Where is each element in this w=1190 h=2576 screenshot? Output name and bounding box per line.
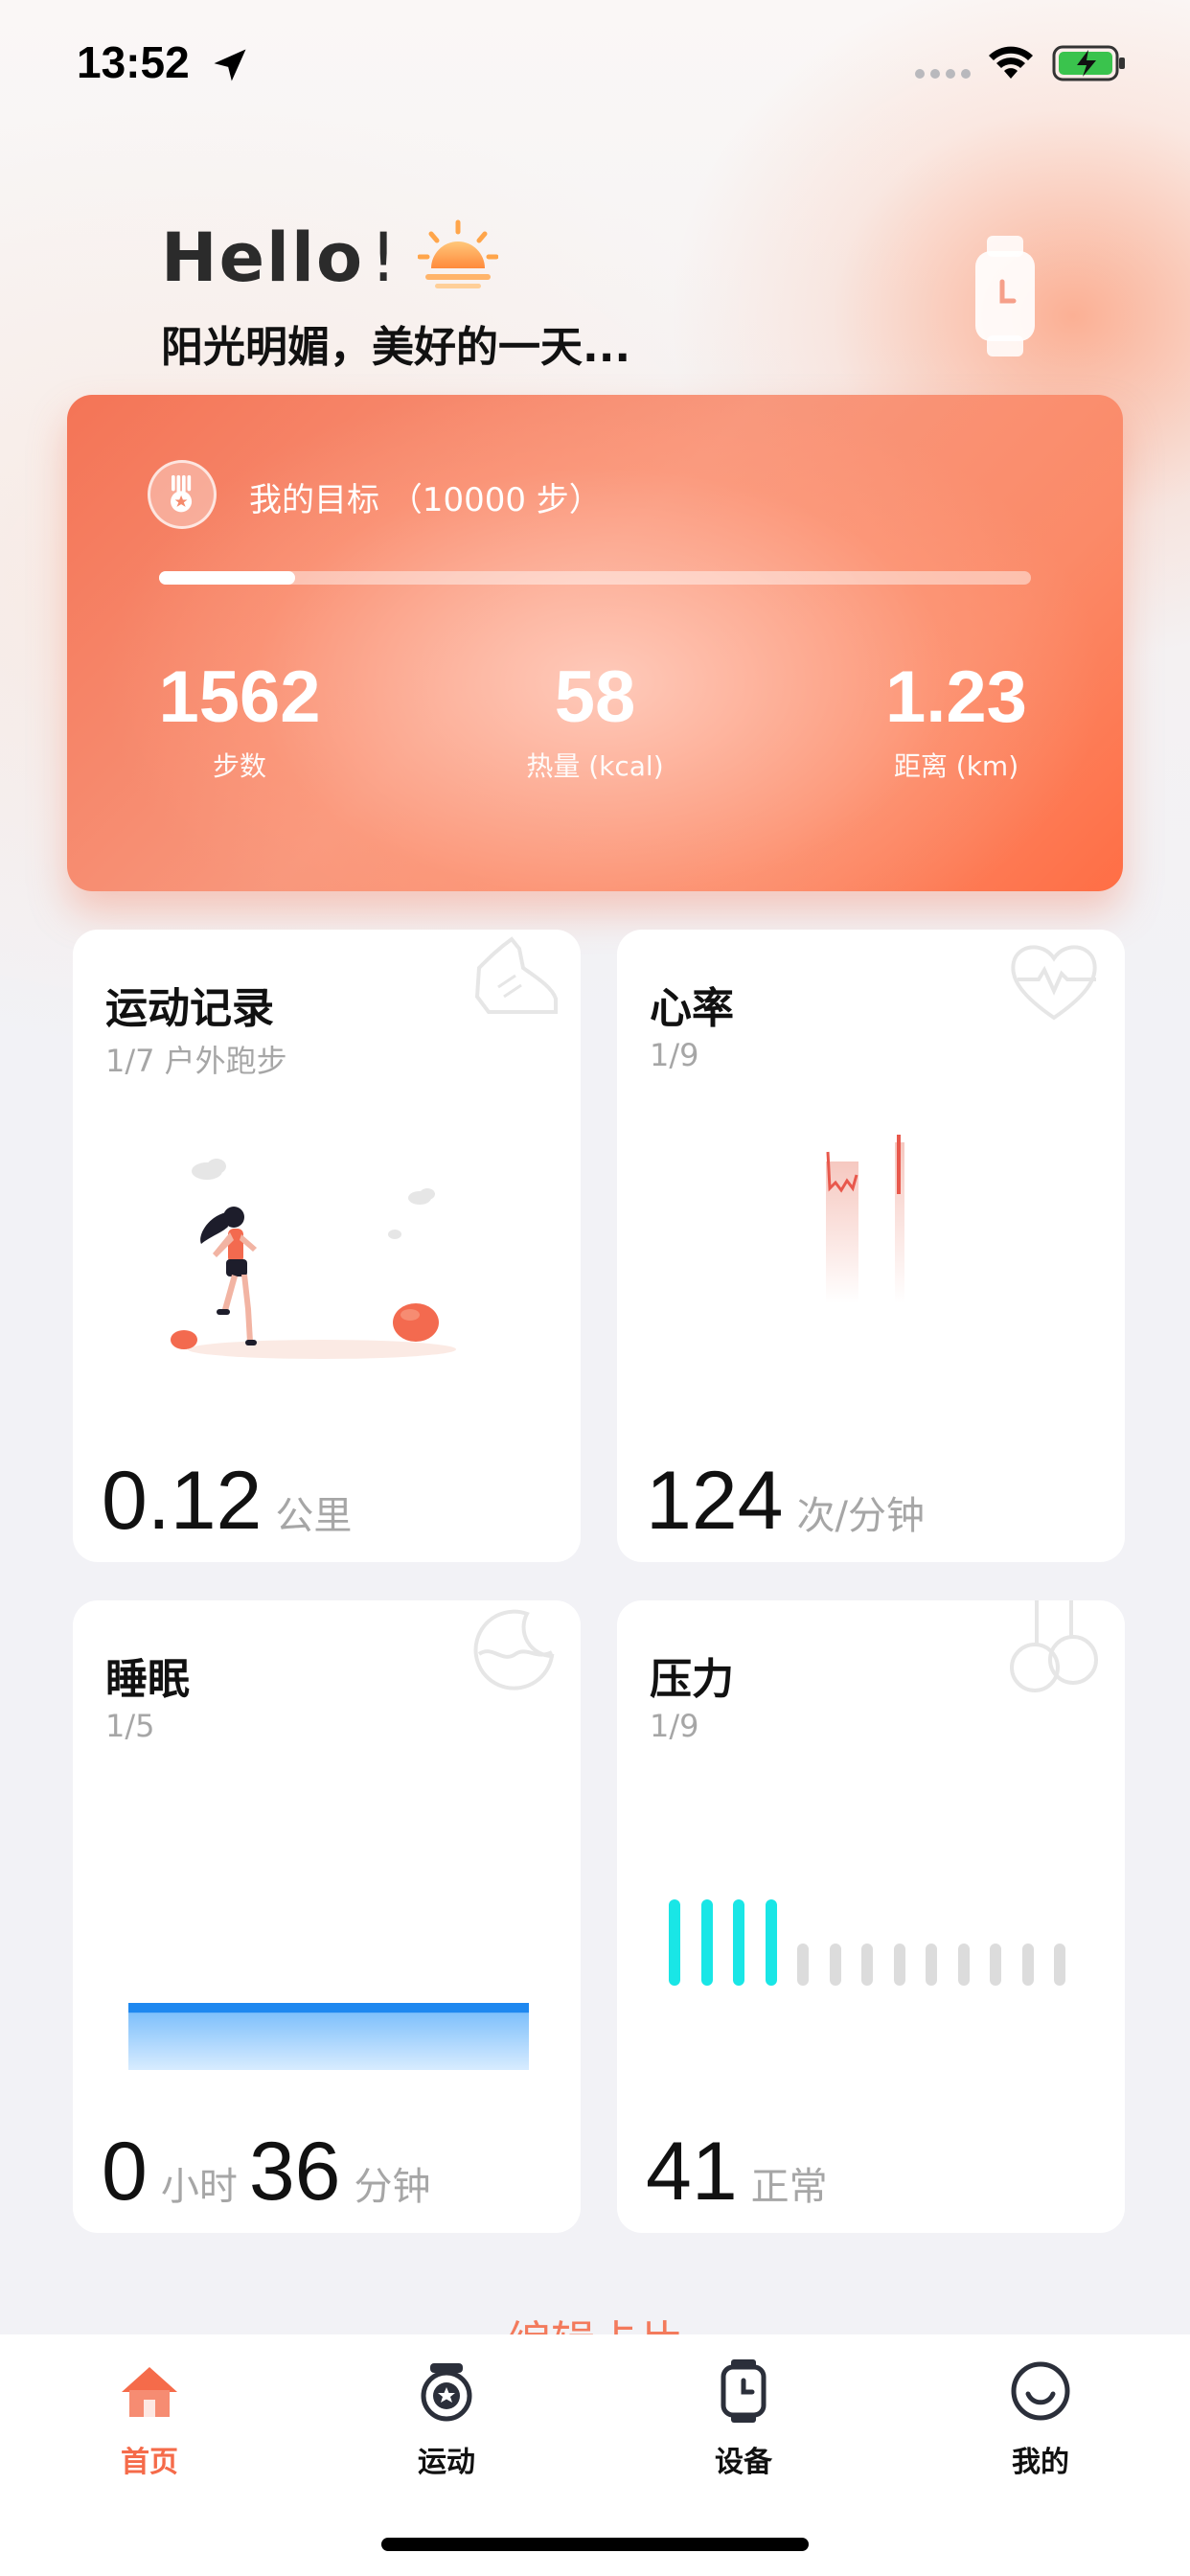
gym-rings-icon [1010,1600,1098,1692]
stat-steps-label: 步数 [212,750,266,782]
stress-bar [1021,1944,1034,1986]
sleep-bar-chart [128,2003,529,2070]
sleep-moon-icon [473,1609,555,1690]
medal-icon [148,460,217,529]
sleep-hours-value: 0 [102,2126,148,2218]
stress-bar [765,1899,777,1986]
greeting-hello: Hello! [161,218,400,297]
running-shoe-icon [474,936,558,1014]
stress-value: 41 [646,2126,738,2218]
sleep-minutes-unit: 分钟 [354,2165,431,2209]
tab-mine-label: 我的 [1012,2446,1069,2479]
stat-calories-label: 热量 (kcal) [526,750,664,782]
smile-icon [1011,2361,1070,2421]
stress-subtitle: 1/9 [650,1708,699,1744]
stress-bar [861,1944,873,1986]
goal-progress-fill [159,571,295,585]
stat-distance-value: 1.23 [885,656,1027,738]
goal-progress-bar [159,571,1031,585]
wifi-icon [989,46,1033,79]
home-icon [122,2367,177,2417]
stat-calories-value: 58 [554,656,636,738]
stress-title: 压力 [650,1655,734,1704]
battery-charging-icon [1052,45,1125,81]
tab-device-label: 设备 [715,2446,772,2479]
stress-bar [990,1944,1001,1986]
stress-bar [700,1899,713,1986]
tab-home-label: 首页 [121,2446,178,2479]
stress-bar [926,1944,937,1986]
stress-bar [669,1899,680,1986]
stress-card[interactable]: 压力 1/9 41 正常 [617,1600,1125,2233]
heart-rate-chart [826,1135,904,1303]
runner-illustration [171,1159,456,1359]
heart-rate-card[interactable]: 心率 1/9 124 次/分钟 [617,930,1125,1562]
stress-bar [829,1944,841,1986]
band-device-icon[interactable] [973,236,1037,356]
sport-icon [421,2363,472,2422]
greeting-subtitle: 阳光明媚，美好的一天... [161,323,631,372]
heart-rate-title: 心率 [650,984,734,1033]
stress-bar [1054,1944,1065,1986]
status-bar: 13:52 [0,0,1190,134]
stress-reading: 41 正常 [646,2125,839,2220]
stat-distance: 1.23 距离 (km) [841,661,1071,784]
sleep-title: 睡眠 [105,1655,190,1704]
home-indicator [381,2538,809,2551]
exercise-subtitle: 1/7 户外跑步 [105,1043,287,1079]
sleep-hours-unit: 小时 [160,2165,238,2209]
exercise-distance-value: 0.12 [102,1455,263,1547]
stat-steps-value: 1562 [158,656,321,738]
tab-sport[interactable]: 运动 [351,2358,542,2480]
stat-calories: 58 热量 (kcal) [480,661,710,784]
heart-rate-unit: 次/分钟 [796,1494,925,1538]
cellular-signal-icon [915,69,971,79]
sleep-minutes-value: 36 [248,2126,341,2218]
heart-rate-reading: 124 次/分钟 [646,1454,936,1549]
goal-label: 我的目标 （10000 步） [249,481,602,519]
stress-bar [733,1899,744,1986]
goal-card[interactable]: 我的目标 （10000 步） 1562 步数 58 热量 (kcal) 1.23… [67,395,1123,891]
stress-bar [893,1944,905,1986]
stress-bar-chart [669,1899,1090,1995]
sunrise-icon [418,219,498,288]
sleep-card[interactable]: 睡眠 1/5 0 小时 36 分钟 [73,1600,581,2233]
stat-distance-label: 距离 (km) [893,750,1019,782]
tab-mine[interactable]: 我的 [945,2358,1136,2480]
sleep-subtitle: 1/5 [105,1708,155,1744]
location-arrow-icon [214,49,246,81]
stress-bar [797,1944,809,1986]
stat-steps: 1562 步数 [125,661,355,784]
exercise-record-card[interactable]: 运动记录 1/7 户外跑步 0.12 公里 [73,930,581,1562]
stress-status: 正常 [750,2165,828,2209]
heart-rate-subtitle: 1/9 [650,1037,699,1073]
status-time: 13:52 [77,37,190,87]
heart-rate-value: 124 [646,1455,784,1547]
exercise-distance: 0.12 公里 [102,1454,363,1549]
tab-device[interactable]: 设备 [648,2358,839,2480]
stress-bar [957,1944,970,1986]
watch-icon [721,2359,767,2423]
tab-sport-label: 运动 [418,2446,475,2479]
heartbeat-icon [1011,945,1097,1021]
exercise-distance-unit: 公里 [275,1494,353,1538]
exercise-title: 运动记录 [105,984,274,1033]
sleep-duration: 0 小时 36 分钟 [102,2125,443,2220]
tab-home[interactable]: 首页 [54,2358,245,2480]
